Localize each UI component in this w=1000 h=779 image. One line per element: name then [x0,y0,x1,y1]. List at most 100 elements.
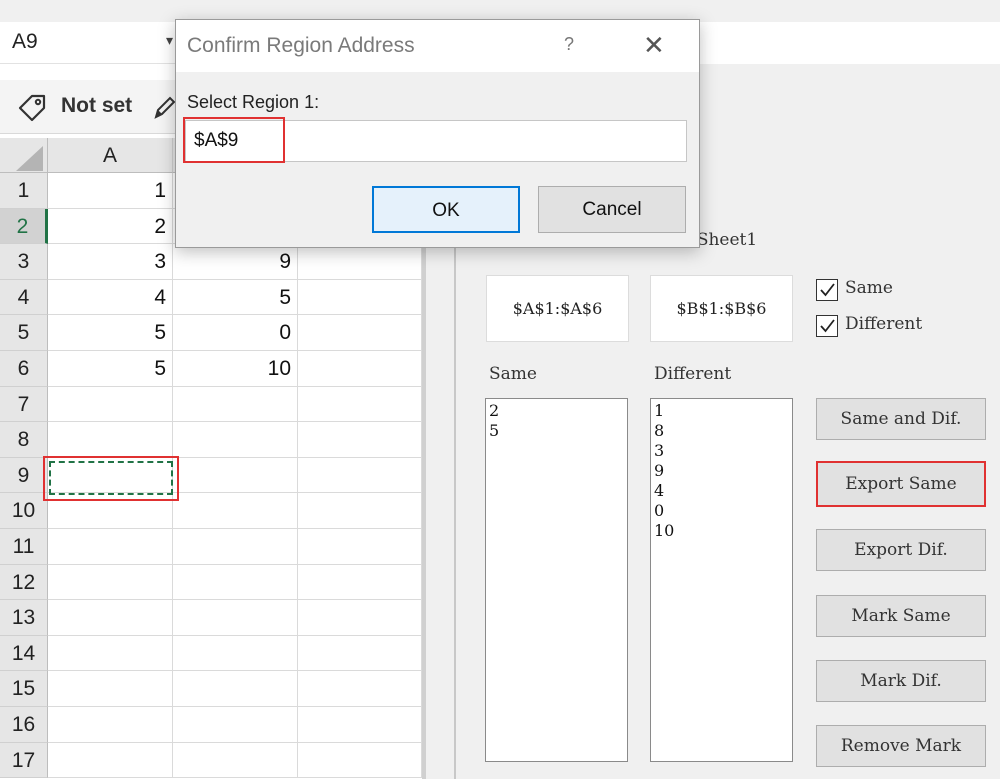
export-same-button[interactable]: Export Same [816,461,986,507]
mark-dif-button[interactable]: Mark Dif. [816,660,986,702]
different-checkbox[interactable] [816,315,838,337]
row-header[interactable]: 14 [0,635,48,672]
list-item[interactable]: 0 [654,501,792,521]
mark-same-button[interactable]: Mark Same [816,595,986,637]
row-header[interactable]: 7 [0,386,48,423]
grid-cell[interactable] [173,529,298,565]
grid-cell[interactable] [173,742,298,779]
grid-cell[interactable]: 10 [173,351,298,387]
row-header[interactable]: 8 [0,422,48,458]
row-header[interactable]: 16 [0,707,48,743]
grid-cell[interactable] [298,422,422,458]
export-dif-button[interactable]: Export Dif. [816,529,986,571]
help-icon[interactable]: ? [564,34,574,55]
sensitivity-label[interactable]: Not set [61,94,132,118]
grid-cell[interactable] [298,564,422,601]
same-checkbox[interactable] [816,279,838,301]
grid-cell[interactable] [48,386,173,423]
grid-cell[interactable] [298,707,422,743]
same-checkbox-label: Same [845,278,893,298]
row-header[interactable]: 9 [0,457,48,494]
tag-icon [18,94,46,122]
row-header[interactable]: 12 [0,564,48,601]
grid-cell[interactable] [48,600,173,636]
grid-cell[interactable] [298,279,422,316]
grid-cell[interactable] [298,493,422,529]
grid-cell[interactable] [298,351,422,387]
range2-box[interactable]: $B$1:$B$6 [650,275,793,342]
grid-cell[interactable] [48,529,173,565]
list-item[interactable]: 4 [654,481,792,501]
row-header[interactable]: 6 [0,351,48,387]
select-all-corner[interactable] [0,138,48,173]
grid-cell[interactable] [173,707,298,743]
ok-button[interactable]: OK [372,186,520,233]
grid-cell[interactable] [173,635,298,672]
active-cell-a9[interactable] [49,461,173,495]
grid-cell[interactable] [298,671,422,707]
row-header[interactable]: 11 [0,529,48,565]
name-box-dropdown-icon[interactable]: ▾ [166,32,173,49]
checkmark-icon [820,283,835,297]
column-header-a[interactable]: A [48,138,173,173]
grid-cell[interactable] [48,742,173,779]
grid-cell[interactable]: 0 [173,315,298,351]
list-item[interactable]: 9 [654,461,792,481]
grid-cell[interactable] [173,422,298,458]
list-item[interactable]: 8 [654,421,792,441]
name-box[interactable]: A9 [0,22,182,64]
row-header[interactable]: 1 [0,173,48,209]
list-item[interactable]: 5 [489,421,627,441]
grid-cell[interactable]: 2 [48,208,173,245]
grid-cell[interactable]: 5 [173,279,298,316]
row-header[interactable]: 13 [0,600,48,636]
grid-cell[interactable]: 9 [173,244,298,280]
row-header[interactable]: 4 [0,279,48,316]
grid-cell[interactable] [298,635,422,672]
grid-cell[interactable] [173,493,298,529]
grid-cell[interactable] [173,386,298,423]
different-listbox[interactable]: 1 8 3 9 4 0 10 [650,398,793,762]
dialog-prompt-label: Select Region 1: [187,92,320,112]
list-item[interactable]: 10 [654,521,792,541]
grid-cell[interactable] [298,742,422,779]
grid-cell[interactable] [48,671,173,707]
grid-cell[interactable]: 4 [48,279,173,316]
grid-cell[interactable] [298,244,422,280]
grid-cell[interactable] [48,707,173,743]
row-header[interactable]: 15 [0,671,48,707]
grid-cell[interactable] [48,564,173,601]
grid-cell[interactable]: 3 [48,244,173,280]
grid-cell[interactable] [298,315,422,351]
close-icon[interactable]: ✕ [643,30,665,61]
grid-cell[interactable] [173,600,298,636]
row-header[interactable]: 17 [0,742,48,779]
cancel-button[interactable]: Cancel [538,186,686,233]
remove-mark-button[interactable]: Remove Mark [816,725,986,767]
grid-cell[interactable] [298,600,422,636]
list-item[interactable]: 1 [654,401,792,421]
grid-cell[interactable] [173,564,298,601]
grid-cell[interactable]: 5 [48,351,173,387]
grid-cell[interactable] [48,422,173,458]
range1-box[interactable]: $A$1:$A$6 [486,275,629,342]
grid-cell[interactable] [173,671,298,707]
list-item[interactable]: 2 [489,401,627,421]
list-item[interactable]: 3 [654,441,792,461]
row-header[interactable]: 2 [0,208,48,245]
grid-cell[interactable]: 1 [48,173,173,209]
grid-cell[interactable] [173,457,298,494]
row-header[interactable]: 10 [0,493,48,529]
grid-cell[interactable] [298,457,422,494]
grid-cell[interactable] [298,529,422,565]
formula-bar-input[interactable] [700,22,1000,64]
same-and-dif-button[interactable]: Same and Dif. [816,398,986,440]
dialog-title: Confirm Region Address [187,34,415,57]
pencil-icon[interactable] [152,95,176,121]
row-header[interactable]: 5 [0,315,48,351]
row-header[interactable]: 3 [0,244,48,280]
grid-cell[interactable] [298,386,422,423]
same-listbox[interactable]: 25 [485,398,628,762]
grid-cell[interactable] [48,635,173,672]
grid-cell[interactable]: 5 [48,315,173,351]
